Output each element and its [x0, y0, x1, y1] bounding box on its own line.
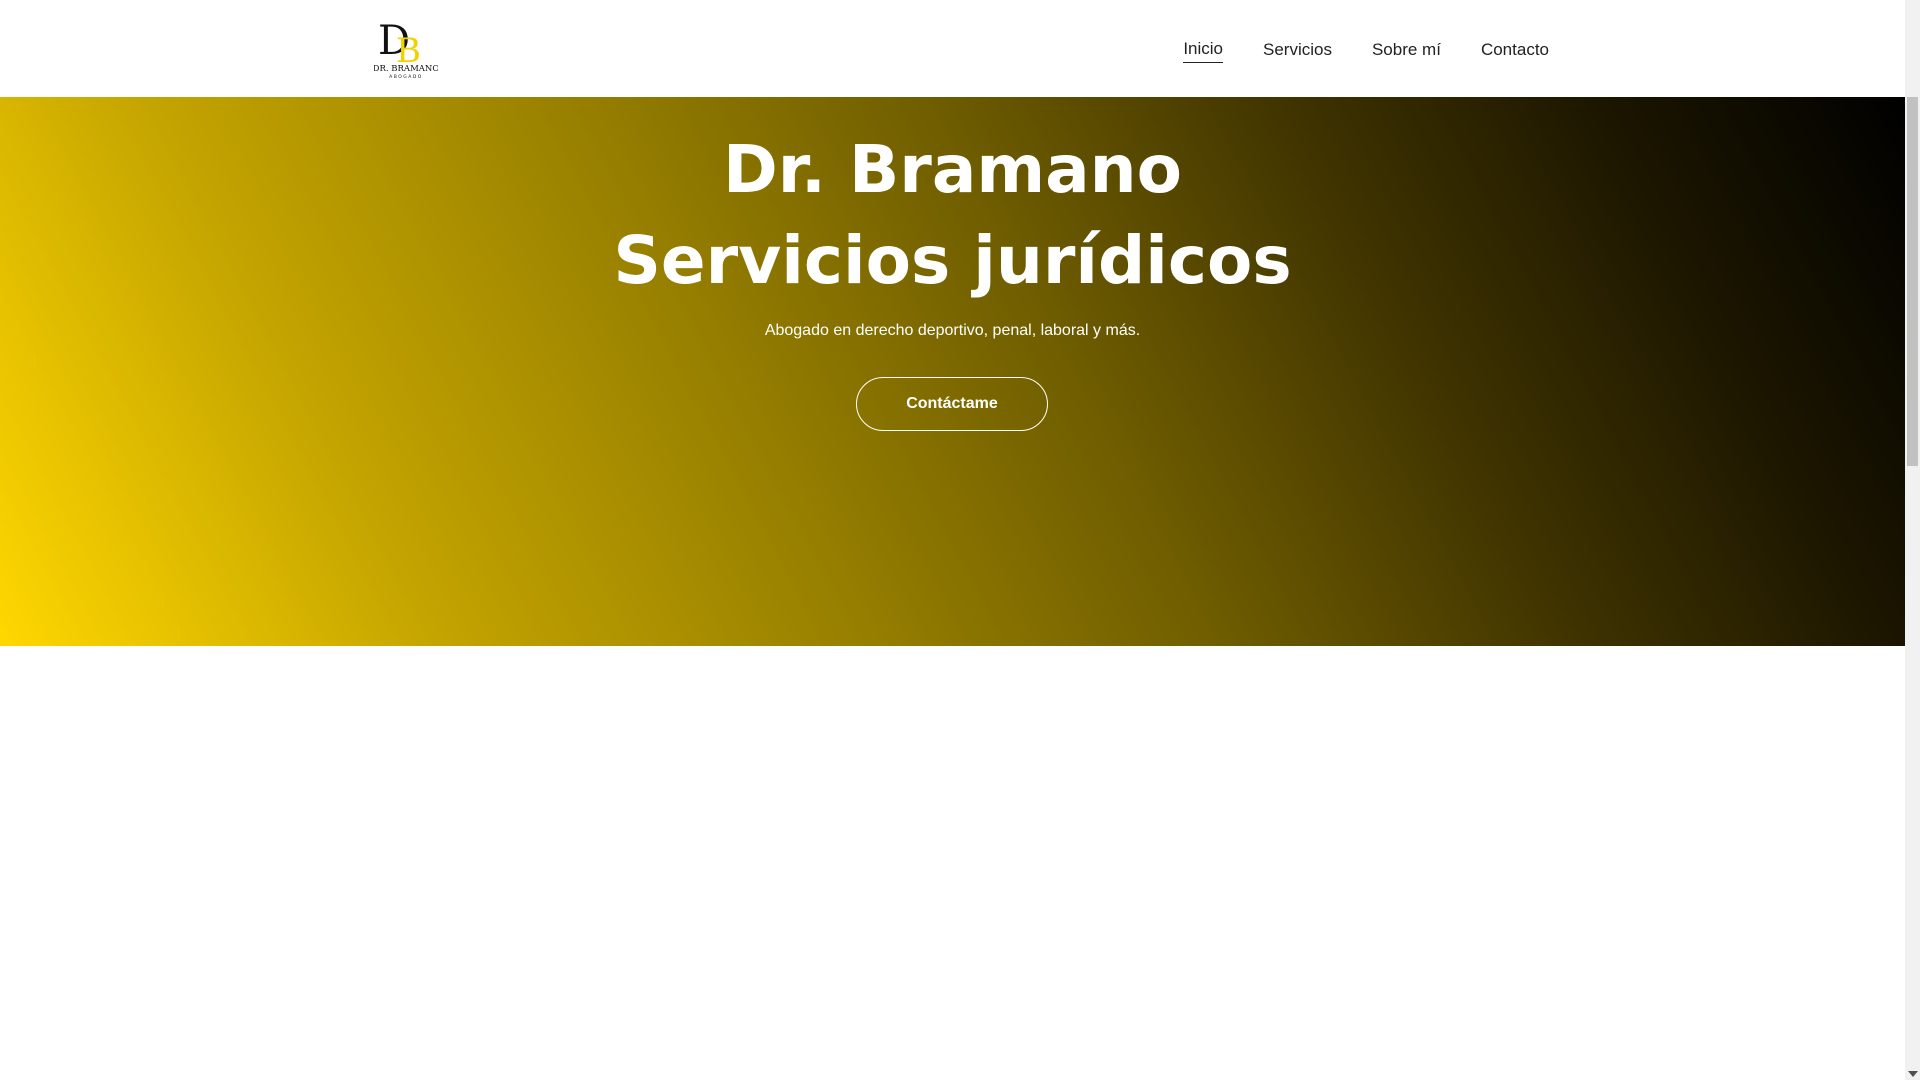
chevron-down-icon[interactable] — [1908, 1071, 1918, 1077]
hero-title: Dr. Bramano Servicios jurídicos — [0, 124, 1905, 306]
nav-contacto[interactable]: Contacto — [1481, 39, 1549, 63]
nav-sobre-mi[interactable]: Sobre mí — [1372, 39, 1441, 63]
hero-title-services: Servicios jurídicos — [613, 222, 1292, 299]
vertical-scrollbar[interactable] — [1905, 0, 1920, 1080]
site-header: D B DR. BRAMANO ABOGADO Inicio Servicios… — [0, 0, 1905, 97]
main-nav: Inicio Servicios Sobre mí Contacto — [1183, 38, 1549, 63]
logo-mark: D B DR. BRAMANO ABOGADO — [374, 18, 438, 80]
nav-inicio[interactable]: Inicio — [1183, 38, 1223, 63]
scrollbar-thumb[interactable] — [1907, 97, 1918, 466]
nav-servicios[interactable]: Servicios — [1263, 39, 1332, 63]
page: D B DR. BRAMANO ABOGADO Inicio Servicios… — [0, 0, 1920, 1080]
svg-text:ABOGADO: ABOGADO — [389, 74, 423, 80]
hero-section: Dr. Bramano Servicios jurídicos Abogado … — [0, 97, 1905, 646]
hero-title-name: Dr. Bramano — [722, 131, 1182, 208]
contact-button[interactable]: Contáctame — [856, 377, 1048, 431]
hero-subtitle: Abogado en derecho deportivo, penal, lab… — [764, 322, 1141, 339]
svg-text:DR. BRAMANO: DR. BRAMANO — [374, 64, 438, 74]
logo[interactable]: D B DR. BRAMANO ABOGADO — [374, 14, 438, 80]
